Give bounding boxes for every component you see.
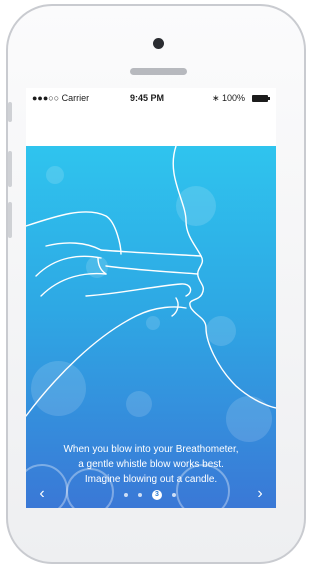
caption-line: a gentle whistle blow works best. (78, 459, 224, 470)
device-top-line (100, 249, 202, 257)
volume-down-button (8, 202, 12, 238)
caption-line: Imagine blowing out a candle. (84, 474, 218, 485)
finger-line (40, 272, 107, 297)
bluetooth-icon: ∗ (212, 93, 220, 103)
thumb-line (85, 283, 192, 297)
device-end-line (97, 257, 107, 275)
battery-percent: 100% (222, 93, 246, 103)
page-dot[interactable] (138, 493, 142, 497)
app-screen: ●●●○○ Carrier 9:45 PM ∗ 100% When you bl… (26, 88, 276, 508)
finger-line (45, 242, 102, 251)
next-chevron-icon[interactable]: › (252, 486, 268, 502)
forearm-line (26, 211, 122, 255)
signal-carrier: ●●●○○ Carrier (32, 93, 90, 103)
caption-line: When you blow into your Breathometer, (63, 444, 239, 455)
volume-up-button (8, 151, 12, 187)
earpiece-speaker (130, 68, 187, 75)
status-bar: ●●●○○ Carrier 9:45 PM ∗ 100% (26, 88, 276, 108)
instruction-panel: When you blow into your Breathometer, a … (26, 146, 276, 508)
page-dot[interactable] (124, 493, 128, 497)
front-camera (153, 38, 164, 49)
lower-arm-line (26, 306, 187, 417)
page-dot[interactable] (172, 493, 176, 497)
previous-chevron-icon[interactable]: ‹ (34, 486, 50, 502)
device-bottom-line (105, 265, 199, 275)
mute-switch (8, 102, 12, 122)
header-band (26, 108, 276, 146)
page-dot-current[interactable]: 3 (152, 490, 162, 500)
face-profile-line (172, 146, 276, 409)
battery-icon (252, 95, 270, 102)
instruction-caption: When you blow into your Breathometer, a … (34, 442, 268, 487)
status-time: 9:45 PM (130, 93, 165, 103)
